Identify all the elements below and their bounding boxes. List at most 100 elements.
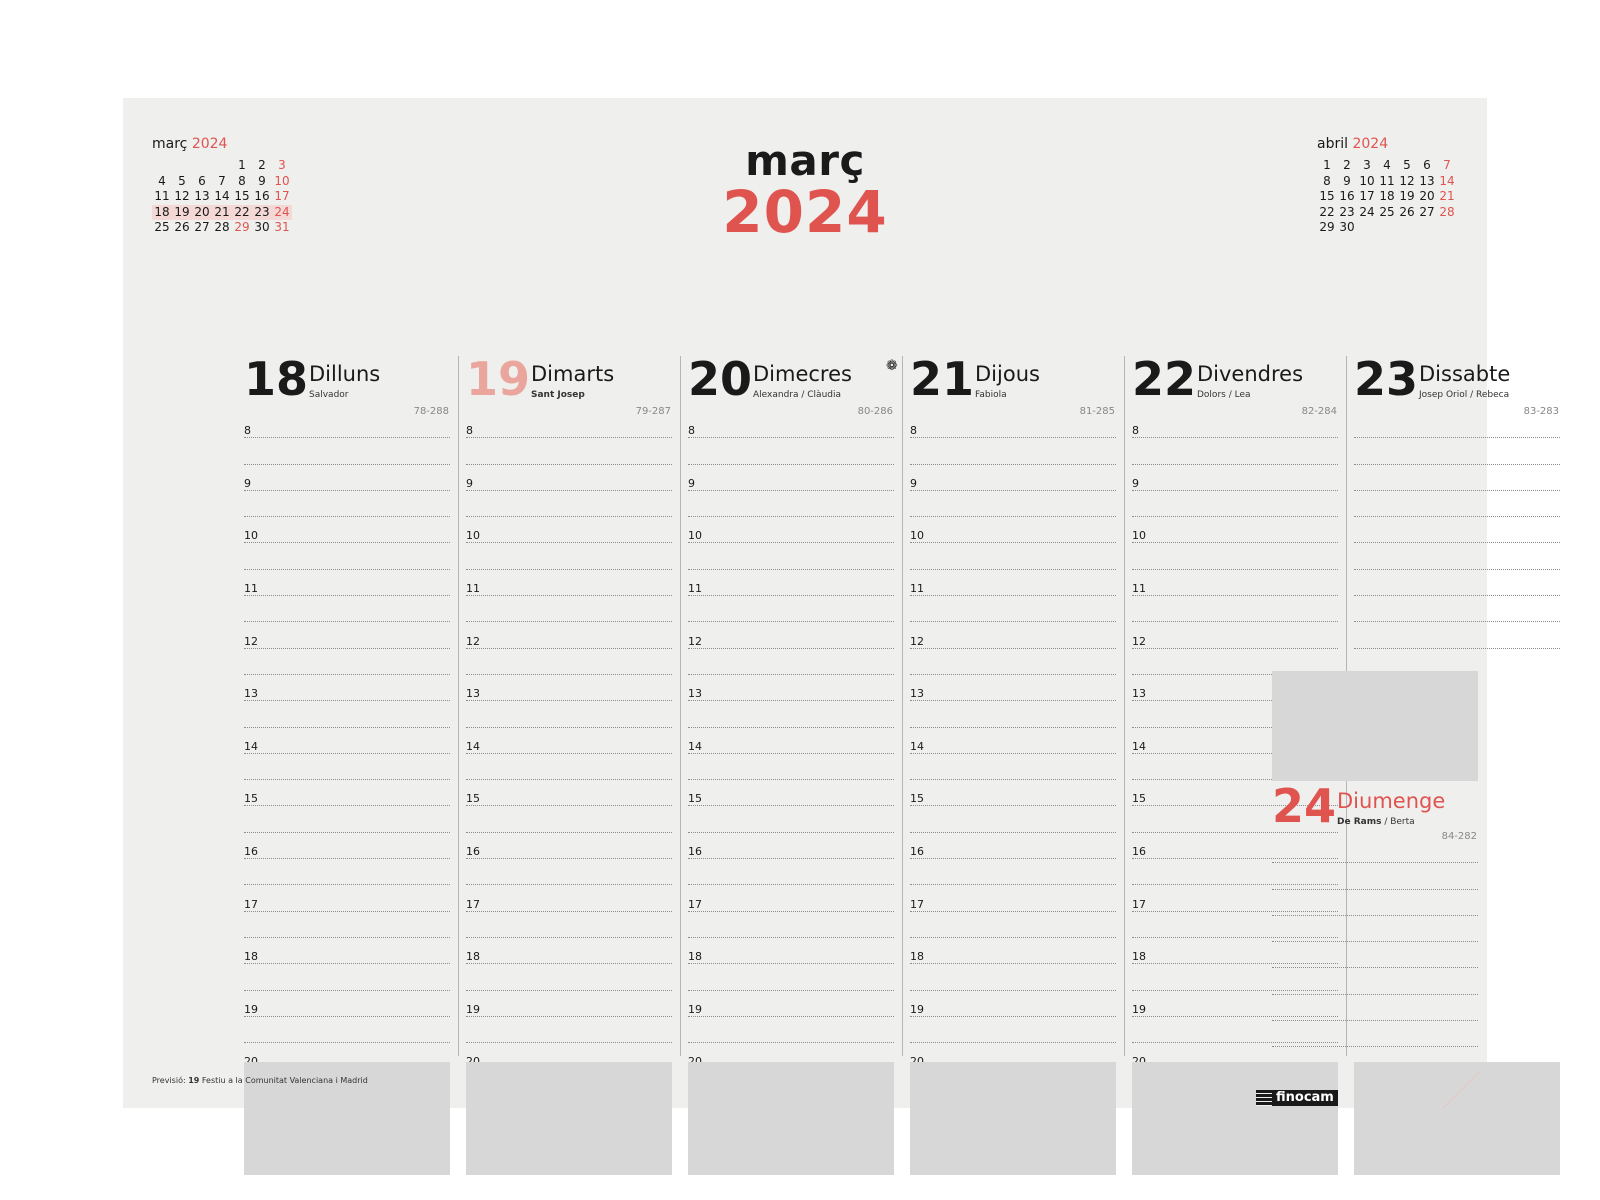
writing-line[interactable] [910,491,1116,518]
writing-line[interactable] [910,859,1116,886]
writing-line[interactable] [1272,863,1478,890]
writing-line[interactable]: 9 [1132,465,1338,491]
writing-line[interactable]: 19 [910,991,1116,1017]
hour-lines[interactable]: 891011121314151617181920 [466,412,672,1070]
writing-line[interactable]: 9 [910,465,1116,491]
writing-line[interactable] [910,438,1116,465]
writing-line[interactable] [466,1017,672,1044]
writing-line[interactable] [1354,465,1560,491]
writing-line[interactable] [910,701,1116,728]
writing-line[interactable] [688,649,894,675]
writing-line[interactable] [910,754,1116,781]
writing-line[interactable]: 11 [688,570,894,597]
writing-line[interactable]: 10 [244,517,450,544]
writing-line[interactable]: 11 [1132,570,1338,597]
writing-line[interactable] [1272,968,1478,995]
writing-line[interactable]: 16 [688,833,894,860]
writing-line[interactable] [244,754,450,781]
writing-line[interactable]: 17 [244,885,450,912]
writing-line[interactable] [244,912,450,938]
writing-line[interactable] [1354,570,1560,597]
writing-line[interactable]: 12 [910,622,1116,649]
writing-line[interactable] [688,543,894,570]
writing-line[interactable] [244,543,450,570]
writing-line[interactable] [1132,543,1338,570]
writing-line[interactable] [1354,438,1560,465]
writing-line[interactable] [1354,596,1560,623]
writing-line[interactable]: 13 [910,675,1116,702]
writing-line[interactable] [688,859,894,886]
writing-line[interactable]: 18 [910,938,1116,965]
writing-line[interactable] [688,754,894,781]
writing-line[interactable]: 14 [466,728,672,754]
writing-line[interactable] [910,543,1116,570]
writing-line[interactable]: 12 [466,622,672,649]
writing-line[interactable]: 8 [1132,412,1338,439]
writing-line[interactable]: 9 [688,465,894,491]
writing-line[interactable]: 12 [244,622,450,649]
writing-line[interactable] [910,649,1116,675]
writing-line[interactable]: 9 [466,465,672,491]
writing-line[interactable]: 19 [688,991,894,1017]
writing-line[interactable] [244,701,450,728]
writing-line[interactable] [1132,438,1338,465]
writing-line[interactable] [466,912,672,938]
writing-line[interactable] [466,701,672,728]
writing-line[interactable] [466,543,672,570]
writing-line[interactable]: 10 [1132,517,1338,544]
writing-line[interactable] [466,806,672,833]
writing-line[interactable] [244,491,450,518]
writing-line[interactable] [466,491,672,518]
writing-line[interactable] [1272,890,1478,916]
writing-line[interactable] [244,649,450,675]
writing-line[interactable]: 18 [688,938,894,965]
writing-line[interactable] [1132,491,1338,518]
writing-line[interactable]: 15 [688,780,894,807]
writing-line[interactable]: 11 [244,570,450,597]
notes-box[interactable] [688,1062,894,1175]
writing-line[interactable] [466,649,672,675]
writing-line[interactable] [244,1017,450,1044]
hour-lines[interactable]: 891011121314151617181920 [910,412,1116,1070]
writing-line[interactable]: 10 [910,517,1116,544]
writing-line[interactable] [244,438,450,465]
writing-line[interactable] [244,596,450,623]
writing-line[interactable] [466,596,672,623]
writing-line[interactable] [1132,596,1338,623]
writing-line[interactable] [466,754,672,781]
writing-line[interactable] [1354,412,1560,439]
writing-line[interactable]: 14 [244,728,450,754]
writing-line[interactable] [688,701,894,728]
writing-line[interactable] [1272,837,1478,864]
writing-line[interactable] [910,964,1116,991]
notes-box[interactable] [466,1062,672,1175]
writing-line[interactable]: 14 [688,728,894,754]
hour-lines[interactable]: 891011121314151617181920 [244,412,450,1070]
writing-line[interactable]: 17 [688,885,894,912]
writing-line[interactable] [466,964,672,991]
writing-line[interactable] [688,964,894,991]
writing-line[interactable] [1354,491,1560,518]
writing-line[interactable] [1354,622,1560,649]
writing-line[interactable]: 15 [244,780,450,807]
writing-line[interactable] [688,912,894,938]
notes-box[interactable] [1132,1062,1338,1175]
writing-line[interactable]: 8 [688,412,894,439]
writing-line[interactable]: 13 [688,675,894,702]
writing-line[interactable]: 11 [466,570,672,597]
writing-line[interactable]: 10 [688,517,894,544]
writing-line[interactable]: 17 [466,885,672,912]
writing-line[interactable]: 18 [466,938,672,965]
writing-line[interactable]: 12 [688,622,894,649]
writing-line[interactable]: 15 [466,780,672,807]
writing-line[interactable]: 18 [244,938,450,965]
hour-lines[interactable] [1354,412,1560,649]
writing-line[interactable] [910,912,1116,938]
hour-lines[interactable]: 891011121314151617181920 [688,412,894,1070]
writing-line[interactable]: 16 [244,833,450,860]
writing-line[interactable] [1272,1021,1478,1048]
writing-line[interactable]: 17 [910,885,1116,912]
writing-line[interactable] [1354,543,1560,570]
writing-line[interactable] [688,438,894,465]
writing-line[interactable] [466,859,672,886]
